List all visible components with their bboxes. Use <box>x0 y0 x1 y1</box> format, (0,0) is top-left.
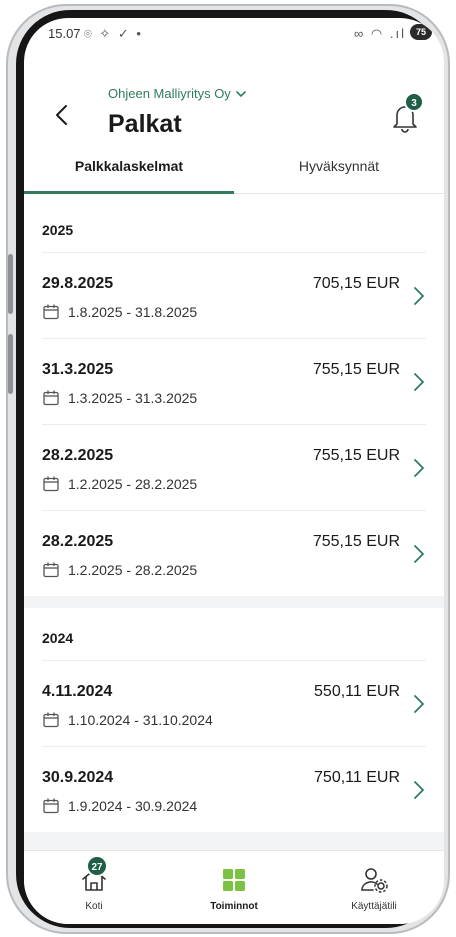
year-heading: 2024 <box>42 630 74 646</box>
calendar-icon <box>43 798 59 814</box>
nav-actions-label: Toiminnot <box>210 901 258 912</box>
status-signal-icons: ∞ ◠ .ıl <box>354 26 406 41</box>
calendar-icon <box>43 476 59 492</box>
year-heading: 2025 <box>42 222 74 238</box>
payslip-period-text: 1.9.2024 - 30.9.2024 <box>68 798 198 814</box>
user-settings-icon <box>361 868 388 893</box>
payslip-row[interactable]: 30.9.2024 750,11 EUR 1.9.2024 - 30.9.202… <box>42 746 426 832</box>
calendar-icon <box>43 390 59 406</box>
chevron-right-icon <box>414 373 424 391</box>
payslip-period-text: 1.2.2025 - 28.2.2025 <box>68 562 198 578</box>
payslip-period: 1.2.2025 - 28.2.2025 <box>42 475 197 493</box>
payslip-amount: 755,15 EUR <box>312 361 400 378</box>
chevron-right-icon <box>414 287 424 305</box>
payslip-date: 28.2.2025 <box>42 533 114 550</box>
payslip-amount: 550,11 EUR <box>314 683 400 700</box>
notifications-button[interactable]: 3 <box>388 92 424 134</box>
chevron-down-icon <box>236 90 246 97</box>
payslip-row[interactable]: 28.2.2025 755,15 EUR 1.2.2025 - 28.2.202… <box>42 424 426 510</box>
company-name: Ohjeen Malliyritys Oy <box>108 86 231 101</box>
nav-account[interactable]: Käyttäjätili <box>304 851 444 924</box>
payslip-amount: 750,11 EUR <box>314 769 400 786</box>
payslip-period: 1.2.2025 - 28.2.2025 <box>42 561 197 579</box>
chevron-right-icon <box>414 781 424 799</box>
back-arrow-icon[interactable] <box>48 100 78 130</box>
nav-account-label: Käyttäjätili <box>351 901 397 912</box>
payslip-date: 4.11.2024 <box>42 683 113 700</box>
volume-button <box>8 254 13 314</box>
company-selector[interactable]: Ohjeen Malliyritys Oy <box>108 86 247 101</box>
app-screen: 15.07 ⌾ ✧ ✓ • ∞ ◠ .ıl 75 Ohjeen Malliyri… <box>24 18 444 924</box>
payslip-period-text: 1.2.2025 - 28.2.2025 <box>68 476 198 492</box>
payslip-period: 1.9.2024 - 30.9.2024 <box>42 797 197 815</box>
notification-badge: 3 <box>404 92 424 112</box>
payslip-amount: 755,15 EUR <box>312 533 400 550</box>
payslip-row[interactable]: 31.3.2025 755,15 EUR 1.3.2025 - 31.3.202… <box>42 338 426 424</box>
payslip-row[interactable]: 29.8.2025 705,15 EUR 1.8.2025 - 31.8.202… <box>42 252 426 338</box>
year-section-2025: 2025 29.8.2025 705,15 EUR 1.8.2025 - 31.… <box>24 200 444 596</box>
payslip-list[interactable]: 2025 29.8.2025 705,15 EUR 1.8.2025 - 31.… <box>24 200 444 850</box>
payslip-period: 1.8.2025 - 31.8.2025 <box>42 303 197 321</box>
payslip-date: 30.9.2024 <box>42 769 114 786</box>
status-notification-icons: ⌾ ✧ ✓ • <box>84 26 143 41</box>
tab-hyvaksynnat[interactable]: Hyväksynnät <box>234 148 444 193</box>
payslip-period: 1.10.2024 - 31.10.2024 <box>42 711 213 729</box>
chevron-right-icon <box>414 545 424 563</box>
payslip-amount: 705,15 EUR <box>312 275 400 292</box>
payslip-row[interactable]: 4.11.2024 550,11 EUR 1.10.2024 - 31.10.2… <box>42 660 426 746</box>
status-bar: 15.07 ⌾ ✧ ✓ • ∞ ◠ .ıl 75 <box>24 18 444 48</box>
calendar-icon <box>43 712 59 728</box>
payslip-date: 29.8.2025 <box>42 275 114 292</box>
payslip-period: 1.3.2025 - 31.3.2025 <box>42 389 197 407</box>
nav-home-label: Koti <box>85 901 103 912</box>
payslip-period-text: 1.10.2024 - 31.10.2024 <box>68 712 213 728</box>
chevron-right-icon <box>414 459 424 477</box>
page-title: Palkat <box>108 110 182 138</box>
power-button <box>8 334 13 394</box>
payslip-date: 28.2.2025 <box>42 447 114 464</box>
tab-bar: Palkkalaskelmat Hyväksynnät <box>24 148 444 194</box>
payslip-amount: 755,15 EUR <box>312 447 400 464</box>
battery-icon: 75 <box>410 24 432 40</box>
payslip-row[interactable]: 28.2.2025 755,15 EUR 1.2.2025 - 28.2.202… <box>42 510 426 596</box>
payslip-period-text: 1.8.2025 - 31.8.2025 <box>68 304 198 320</box>
payslip-date: 31.3.2025 <box>42 361 114 378</box>
nav-actions[interactable]: Toiminnot <box>164 851 304 924</box>
nav-home[interactable]: 27 Koti <box>24 851 164 924</box>
payslip-period-text: 1.3.2025 - 31.3.2025 <box>68 390 198 406</box>
status-time: 15.07 <box>48 26 81 41</box>
calendar-icon <box>43 562 59 578</box>
grid-icon <box>223 869 245 891</box>
tab-palkkalaskelmat[interactable]: Palkkalaskelmat <box>24 148 234 194</box>
chevron-right-icon <box>414 695 424 713</box>
calendar-icon <box>43 304 59 320</box>
bottom-navigation: 27 Koti Toiminnot Käyttäjätili <box>24 850 444 924</box>
home-badge: 27 <box>86 855 108 877</box>
year-section-2024: 2024 4.11.2024 550,11 EUR 1.10.2024 - 31… <box>24 608 444 832</box>
